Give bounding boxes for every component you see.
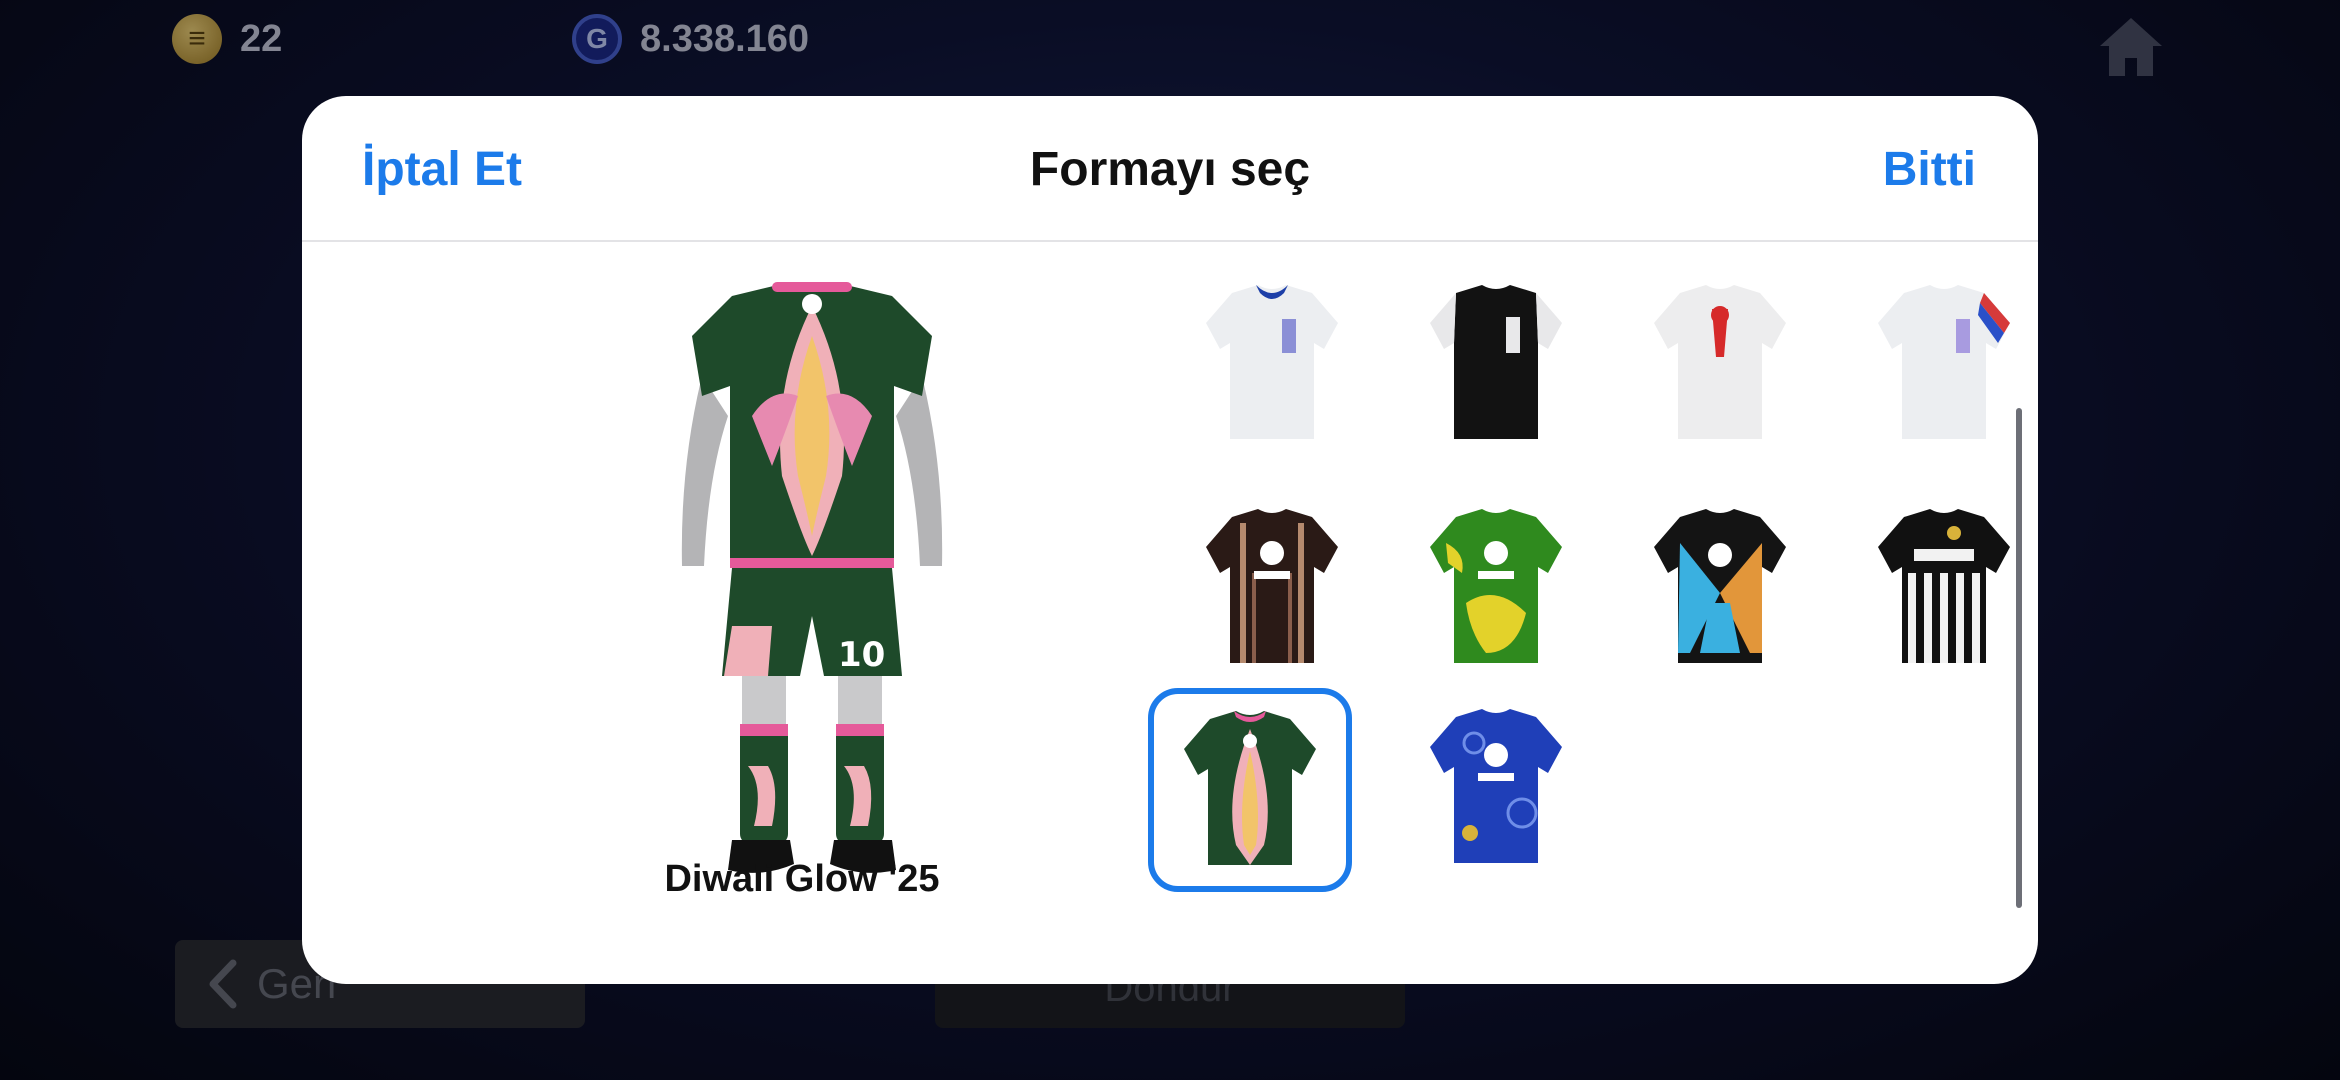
done-button[interactable]: Bitti <box>1883 142 1976 197</box>
kit-option-3[interactable] <box>1620 264 1820 464</box>
kit-option-6[interactable] <box>1396 488 1596 688</box>
brown-pattern-jersey-icon <box>1206 509 1338 663</box>
black-white-sleeve-jersey-icon <box>1430 285 1562 439</box>
kit-option-4[interactable] <box>1844 264 2038 464</box>
kit-option-5[interactable] <box>1172 488 1372 688</box>
white-red-emblem-jersey-icon <box>1654 285 1786 439</box>
kit-option-9[interactable] <box>1148 688 1352 892</box>
kit-option-10[interactable] <box>1396 688 1596 888</box>
kit-name-label: Diwali Glow '25 <box>664 858 940 900</box>
black-white-stripes-jersey-icon <box>1878 509 2010 663</box>
kit-option-1[interactable] <box>1172 264 1372 464</box>
kit-option-2[interactable] <box>1396 264 1596 464</box>
select-kit-modal: İptal Et Formayı seç Bitti 10 Diwali Glo… <box>302 96 2038 984</box>
kit-preview: 10 <box>572 266 1052 946</box>
modal-header: İptal Et Formayı seç Bitti <box>302 96 2038 242</box>
green-yellow-jersey-icon <box>1430 509 1562 663</box>
kit-preview-figure: 10 <box>681 282 943 873</box>
kit-option-7[interactable] <box>1620 488 1820 688</box>
svg-text:10: 10 <box>838 635 885 675</box>
modal-title: Formayı seç <box>1029 143 1311 196</box>
kit-grid <box>1122 264 2022 954</box>
kit-grid-scrollbar[interactable] <box>2016 408 2022 908</box>
diwali-glow-jersey-icon <box>1184 711 1316 865</box>
blue-pattern-jersey-icon <box>1430 709 1562 863</box>
black-multicolor-jersey-icon <box>1654 509 1786 663</box>
white-tricolor-sleeve-jersey-icon <box>1878 285 2010 439</box>
white-blue-collar-jersey-icon <box>1206 285 1338 439</box>
kit-option-8[interactable] <box>1844 488 2038 688</box>
